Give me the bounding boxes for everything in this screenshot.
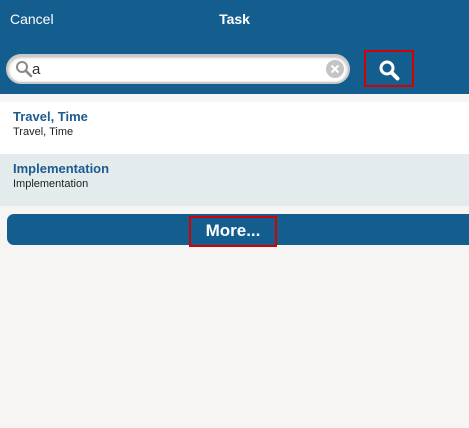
more-button[interactable]	[7, 214, 469, 245]
list-item-subtitle: Travel, Time	[13, 126, 74, 138]
list-item[interactable]: Travel, Time Travel, Time	[0, 102, 469, 154]
list-item-subtitle: Implementation	[13, 178, 89, 190]
search-icon	[16, 61, 33, 78]
list-item-title: Travel, Time	[13, 109, 88, 124]
search-button[interactable]	[364, 50, 414, 87]
search-field[interactable]	[6, 54, 350, 84]
search-input[interactable]	[32, 59, 322, 79]
clear-icon[interactable]	[325, 59, 345, 79]
page-title: Task	[219, 11, 250, 27]
list-item-title: Implementation	[13, 161, 110, 176]
results-list: Travel, Time Travel, Time Implementation…	[0, 102, 469, 206]
search-icon	[379, 60, 400, 81]
header-bar: Cancel Task	[0, 0, 469, 94]
list-item[interactable]: Implementation Implementation	[0, 154, 469, 206]
